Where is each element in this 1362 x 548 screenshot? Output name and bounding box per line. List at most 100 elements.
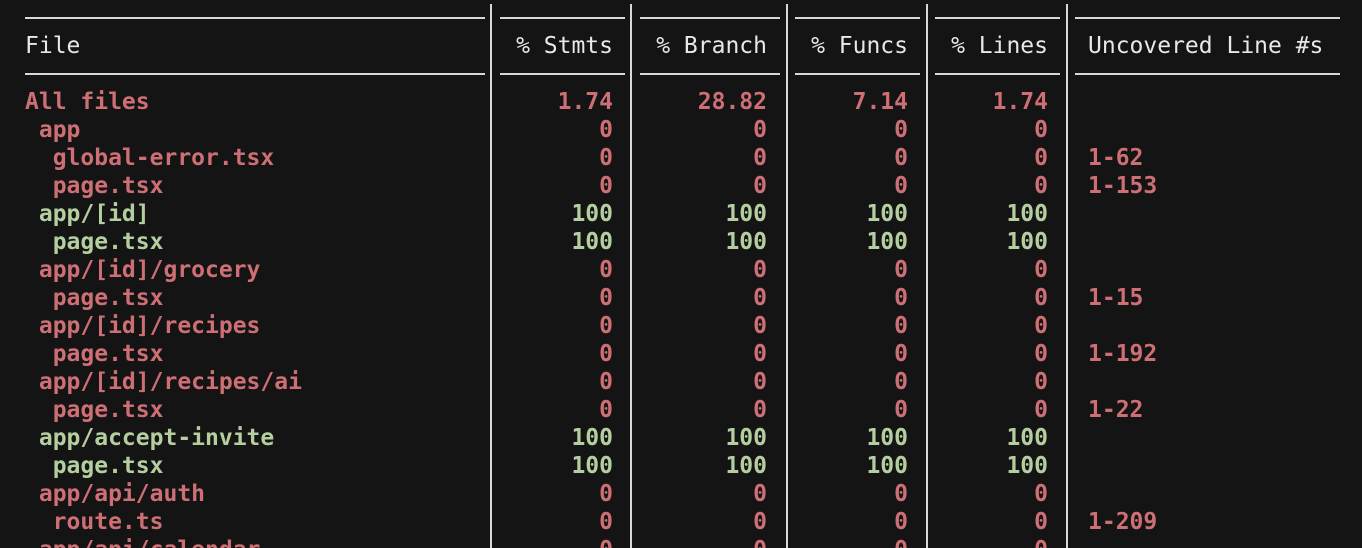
column-divider	[786, 88, 788, 116]
row-branch: 28.82	[697, 89, 767, 115]
column-divider	[926, 144, 928, 172]
column-divider	[1066, 284, 1068, 312]
row-funcs: 0	[894, 117, 908, 143]
row-file: page.tsx	[25, 285, 164, 311]
row-funcs: 0	[795, 536, 908, 548]
column-divider	[1066, 116, 1068, 144]
row-file: app/api/calendar	[25, 536, 485, 548]
row-uncovered	[1088, 88, 1348, 116]
row-branch: 0	[753, 481, 767, 507]
table-row: page.tsx 100 100 100 100	[0, 228, 1362, 256]
row-uncovered	[1088, 116, 1348, 144]
column-divider	[926, 256, 928, 284]
column-divider	[630, 144, 632, 172]
column-divider	[926, 480, 928, 508]
row-stmts: 0	[599, 145, 613, 171]
table-row: page.tsx 100 100 100 100	[0, 452, 1362, 480]
row-funcs: 7.14	[852, 89, 908, 115]
row-file: page.tsx	[25, 341, 164, 367]
column-divider	[630, 536, 632, 548]
column-divider	[630, 284, 632, 312]
column-divider	[786, 228, 788, 256]
table-row: app/[id] 100 100 100 100	[0, 200, 1362, 228]
header-lines: % Lines	[951, 33, 1048, 59]
row-branch: 0	[753, 117, 767, 143]
row-lines: 100	[1006, 201, 1048, 227]
table-header-rule	[0, 60, 1362, 88]
row-stmts: 0	[599, 369, 613, 395]
row-branch: 100	[725, 425, 767, 451]
column-divider	[490, 172, 492, 200]
table-row: app/[id]/grocery 0 0 0 0	[0, 256, 1362, 284]
column-divider	[786, 256, 788, 284]
table-row: app/api/auth 0 0 0 0	[0, 480, 1362, 508]
row-uncovered: 1-22	[1088, 397, 1144, 423]
row-uncovered	[1088, 424, 1348, 452]
row-uncovered	[1088, 368, 1348, 396]
column-divider	[926, 312, 928, 340]
column-divider	[786, 116, 788, 144]
column-divider	[630, 32, 632, 60]
row-funcs: 0	[894, 313, 908, 339]
row-branch: 0	[753, 397, 767, 423]
table-row: app/api/calendar 0 0 0 0	[0, 536, 1362, 548]
row-stmts: 0	[599, 173, 613, 199]
row-uncovered	[1088, 452, 1348, 480]
table-top-rule	[0, 4, 1362, 32]
column-divider	[490, 284, 492, 312]
table-row: app 0 0 0 0	[0, 116, 1362, 144]
row-lines: 1.74	[992, 89, 1048, 115]
row-funcs: 0	[894, 397, 908, 423]
row-stmts: 0	[599, 257, 613, 283]
column-divider	[786, 424, 788, 452]
column-divider	[1066, 508, 1068, 536]
row-lines: 0	[1034, 341, 1048, 367]
row-uncovered: 1-15	[1088, 285, 1144, 311]
column-divider	[786, 200, 788, 228]
column-divider	[926, 368, 928, 396]
column-divider	[1066, 172, 1068, 200]
column-divider	[926, 32, 928, 60]
row-lines: 100	[1006, 453, 1048, 479]
row-branch: 0	[753, 257, 767, 283]
column-divider	[490, 536, 492, 548]
row-funcs: 100	[866, 425, 908, 451]
row-branch: 0	[753, 313, 767, 339]
column-divider	[490, 200, 492, 228]
column-divider	[786, 368, 788, 396]
row-stmts: 0	[599, 117, 613, 143]
row-file: app/[id]/recipes/ai	[25, 369, 302, 395]
column-divider	[490, 368, 492, 396]
column-divider	[926, 200, 928, 228]
column-divider	[630, 312, 632, 340]
column-divider	[630, 508, 632, 536]
row-funcs: 0	[894, 341, 908, 367]
row-stmts: 0	[599, 285, 613, 311]
row-lines: 0	[1034, 397, 1048, 423]
row-file: page.tsx	[25, 453, 164, 479]
row-file: global-error.tsx	[25, 145, 275, 171]
column-divider	[630, 228, 632, 256]
column-divider	[490, 452, 492, 480]
table-row: page.tsx 0 0 0 0 1-15	[0, 284, 1362, 312]
row-uncovered	[1088, 228, 1348, 256]
row-stmts: 1.74	[557, 89, 613, 115]
column-divider	[786, 312, 788, 340]
column-divider	[490, 480, 492, 508]
column-divider	[926, 424, 928, 452]
table-row: page.tsx 0 0 0 0 1-22	[0, 396, 1362, 424]
column-divider	[926, 88, 928, 116]
column-divider	[1066, 312, 1068, 340]
row-file: app	[25, 117, 81, 143]
header-branch: % Branch	[656, 33, 767, 59]
row-lines: 0	[1034, 117, 1048, 143]
table-row: app/accept-invite 100 100 100 100	[0, 424, 1362, 452]
header-stmts: % Stmts	[516, 33, 613, 59]
column-divider	[926, 116, 928, 144]
row-uncovered	[1088, 480, 1348, 508]
row-uncovered	[1088, 200, 1348, 228]
row-file: page.tsx	[25, 173, 164, 199]
column-divider	[1066, 396, 1068, 424]
row-lines: 0	[1034, 313, 1048, 339]
table-row: page.tsx 0 0 0 0 1-192	[0, 340, 1362, 368]
